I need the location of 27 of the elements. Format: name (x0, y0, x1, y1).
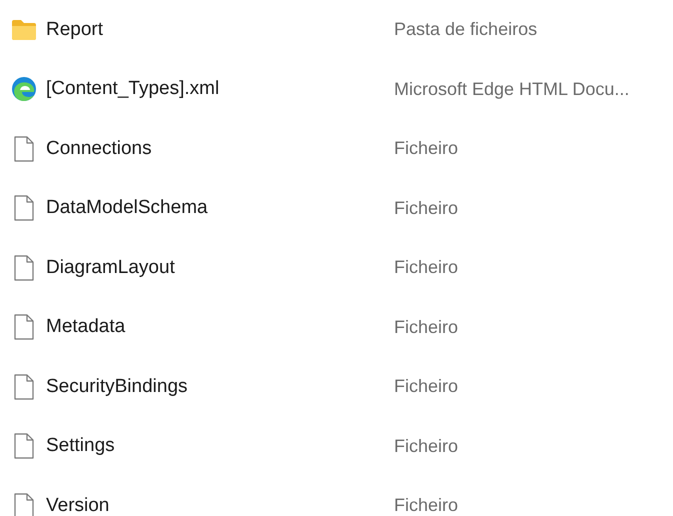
file-name[interactable]: Version (46, 494, 110, 516)
folder-icon (11, 18, 37, 41)
file-name[interactable]: Metadata (46, 316, 126, 338)
file-type: Ficheiro (394, 257, 458, 278)
file-name[interactable]: Settings (46, 435, 115, 458)
file-type: Ficheiro (394, 138, 458, 160)
document-icon (14, 254, 34, 281)
file-name[interactable]: DataModelSchema (46, 197, 208, 220)
file-type: Ficheiro (394, 495, 458, 516)
document-icon (14, 492, 34, 516)
file-name[interactable]: DiagramLayout (46, 256, 175, 279)
file-type: Ficheiro (394, 198, 458, 219)
file-type: Ficheiro (394, 436, 458, 457)
file-type: Pasta de ficheiros (394, 19, 538, 40)
document-icon (14, 433, 34, 460)
file-name[interactable]: SecurityBindings (46, 376, 188, 398)
edge-browser-icon (11, 76, 37, 102)
file-type: Ficheiro (394, 376, 458, 398)
file-name[interactable]: Report (46, 18, 104, 41)
document-icon (14, 374, 34, 400)
file-name[interactable]: Connections (46, 138, 152, 160)
document-icon (14, 195, 34, 222)
file-name[interactable]: [Content_Types].xml (46, 78, 220, 100)
file-type: Ficheiro (394, 316, 458, 338)
document-icon (14, 314, 34, 340)
file-type: Microsoft Edge HTML Docu... (394, 78, 630, 100)
document-icon (14, 136, 34, 162)
